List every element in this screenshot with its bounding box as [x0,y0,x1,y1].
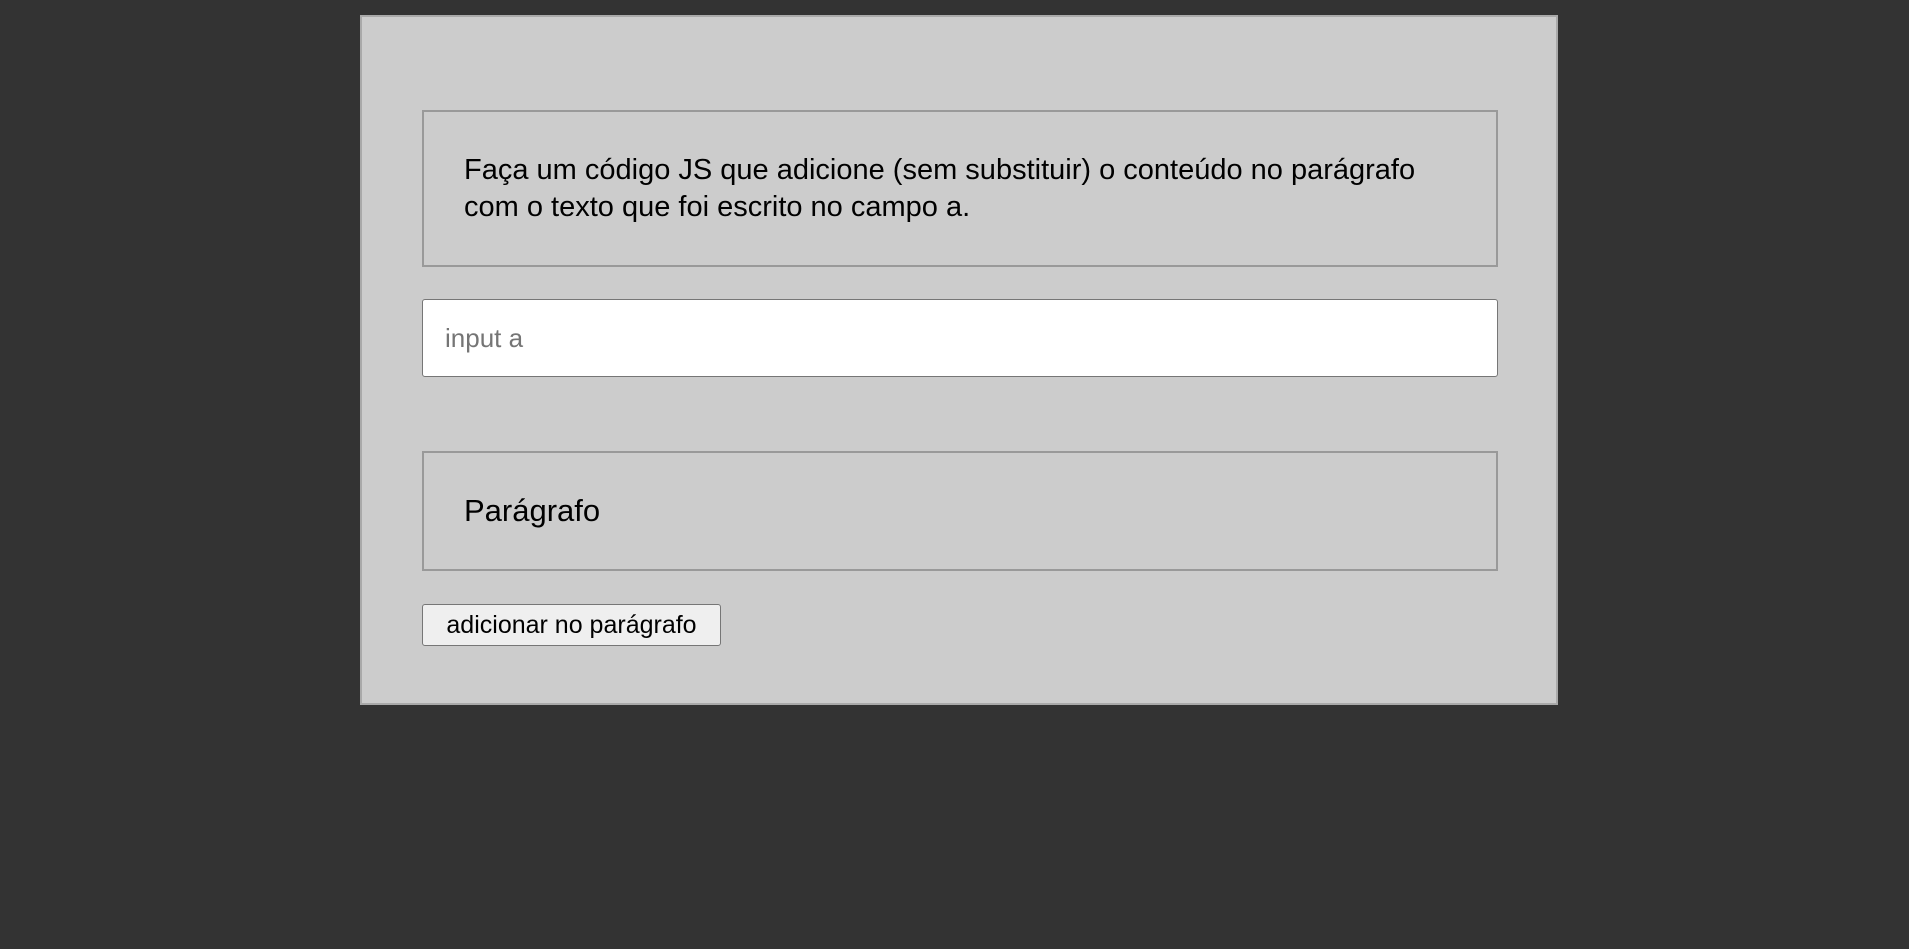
input-a-field[interactable] [422,299,1498,377]
exercise-panel: Faça um código JS que adicione (sem subs… [360,15,1558,705]
instruction-box: Faça um código JS que adicione (sem subs… [422,110,1498,267]
instruction-text: Faça um código JS que adicione (sem subs… [464,154,1416,223]
paragraph-text: Parágrafo [464,493,601,528]
paragraph-box: Parágrafo [422,451,1498,571]
add-to-paragraph-button[interactable]: adicionar no parágrafo [422,604,721,646]
